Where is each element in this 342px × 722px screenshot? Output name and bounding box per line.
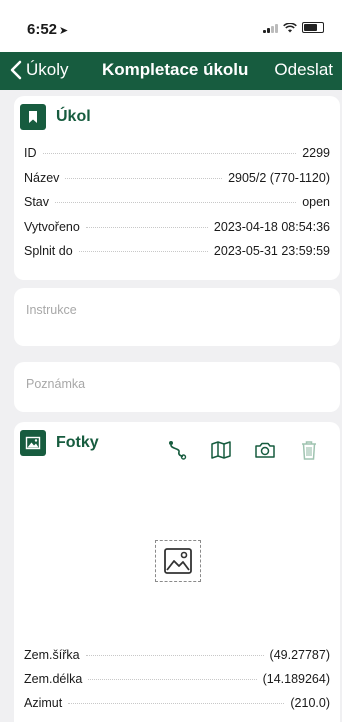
detail-label: Azimut	[24, 696, 63, 710]
wifi-icon	[283, 23, 297, 33]
trash-icon[interactable]	[296, 438, 322, 462]
image-placeholder-icon[interactable]	[155, 540, 201, 582]
detail-label: ID	[24, 146, 37, 160]
instructions-placeholder: Instrukce	[26, 303, 77, 317]
task-card: Úkol ID 2299 Název 2905/2 (770-1120) Stav o…	[14, 96, 340, 280]
time-text: 6:52	[27, 21, 58, 38]
detail-label: Zem.délka	[24, 672, 83, 686]
photo-location: Zem.šířka (49.27787) Zem.délka (14.189264)…	[24, 648, 330, 720]
battery-icon	[302, 22, 324, 33]
detail-row-status: Stav open	[24, 195, 330, 220]
instructions-field[interactable]: Instrukce	[14, 288, 340, 346]
photo-icon	[20, 430, 46, 456]
photos-title: Fotky	[56, 434, 99, 451]
status-time: 6:52 ➤	[27, 21, 68, 38]
detail-row-latitude: Zem.šířka (49.27787)	[24, 648, 330, 672]
back-button[interactable]: Úkoly	[10, 60, 69, 80]
detail-label: Stav	[24, 195, 50, 209]
detail-value: (14.189264)	[262, 672, 330, 686]
page-title: Kompletace úkolu	[102, 60, 249, 79]
photos-header: Fotky	[20, 430, 99, 456]
detail-value: 2299	[302, 146, 330, 160]
detail-label: Zem.šířka	[24, 648, 80, 662]
signal-icon	[263, 23, 278, 33]
note-field[interactable]: Poznámka	[14, 362, 340, 412]
detail-row-azimuth: Azimut (210.0)	[24, 696, 330, 720]
detail-value: 2023-05-31 23:59:59	[213, 244, 330, 258]
detail-label: Vytvořeno	[24, 219, 80, 234]
detail-row-longitude: Zem.délka (14.189264)	[24, 672, 330, 696]
note-placeholder: Poznámka	[26, 377, 86, 391]
status-bar: 6:52 ➤	[0, 0, 342, 52]
detail-row-id: ID 2299	[24, 146, 330, 171]
send-button[interactable]: Odeslat	[274, 60, 333, 80]
detail-value: 2023-04-18 08:54:36	[213, 219, 330, 234]
navigation-bar: Úkoly Kompletace úkolu Odeslat	[0, 52, 342, 90]
photo-toolbar	[164, 438, 322, 462]
bookmark-icon	[20, 104, 46, 130]
detail-row-created: Vytvořeno 2023-04-18 08:54:36	[24, 220, 330, 245]
detail-row-due: Splnit do 2023-05-31 23:59:59	[24, 244, 330, 269]
detail-value: 2905/2 (770-1120)	[228, 170, 330, 185]
detail-label: Název	[24, 170, 60, 185]
detail-row-name: Název 2905/2 (770-1120)	[24, 171, 330, 196]
task-header: Úkol	[20, 104, 91, 130]
detail-value: (210.0)	[290, 696, 330, 710]
chevron-left-icon	[10, 60, 22, 80]
detail-value: (49.27787)	[269, 648, 330, 662]
system-indicators	[263, 22, 324, 33]
task-title: Úkol	[56, 108, 91, 125]
detail-label: Splnit do	[24, 244, 73, 258]
task-details: ID 2299 Název 2905/2 (770-1120) Stav open V…	[24, 146, 330, 269]
location-arrow-icon: ➤	[59, 25, 69, 37]
back-label: Úkoly	[26, 60, 69, 79]
camera-icon[interactable]	[252, 438, 278, 462]
route-icon[interactable]	[164, 438, 190, 462]
map-icon[interactable]	[208, 438, 234, 462]
photos-card: Fotky Zem.šířka (49.27787) Zem.délka (14…	[14, 422, 340, 722]
detail-value: open	[302, 195, 330, 209]
